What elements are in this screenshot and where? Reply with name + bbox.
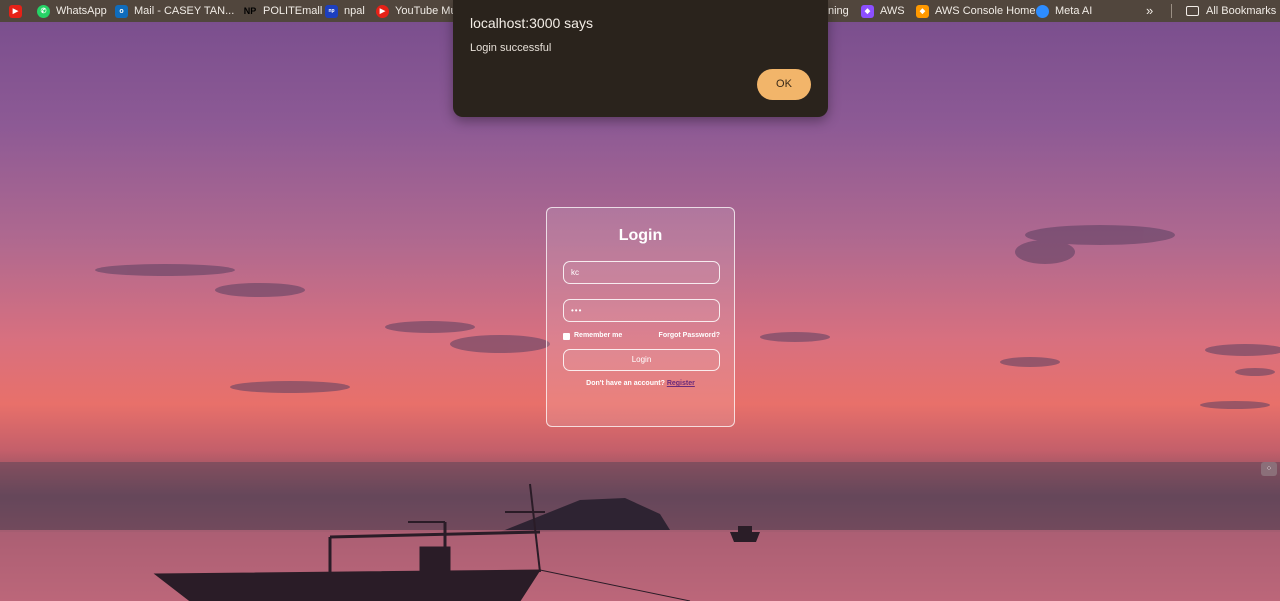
bookmark-youtube-music[interactable]: ▶ YouTube Mus: [376, 0, 462, 22]
bookmark-label: POLITEmall: [263, 5, 323, 17]
password-input[interactable]: •••: [563, 299, 720, 322]
ok-button[interactable]: OK: [757, 69, 811, 100]
remember-me-checkbox[interactable]: [563, 333, 570, 340]
bookmark-aws[interactable]: ◆ AWS: [861, 0, 905, 22]
bookmark-label: Meta AI: [1055, 5, 1093, 17]
bookmark-youtube[interactable]: ▶: [9, 0, 28, 22]
register-prompt: Don't have an account?: [586, 380, 665, 387]
np-icon: NP: [243, 5, 257, 16]
whatsapp-icon: ✆: [37, 4, 50, 18]
npal-icon: np: [325, 4, 338, 18]
bookmark-meta-ai[interactable]: Meta AI: [1036, 0, 1092, 22]
bookmark-mail[interactable]: o Mail - CASEY TAN...: [115, 0, 234, 22]
folder-icon: [1186, 6, 1199, 16]
bookmark-aws-console[interactable]: ◆ AWS Console Home: [916, 0, 1035, 22]
forgot-password-link[interactable]: Forgot Password?: [659, 332, 720, 339]
login-card: Login kc ••• Remember me Forgot Password…: [546, 207, 735, 427]
dialog-message: Login successful: [470, 42, 552, 54]
bookmarks-divider: [1171, 4, 1172, 18]
aws-cube-icon: ◆: [861, 4, 874, 18]
bookmark-politemall[interactable]: NP POLITEmall: [243, 0, 323, 22]
meta-ai-icon: [1036, 4, 1049, 18]
remember-me-label[interactable]: Remember me: [574, 332, 622, 339]
username-input[interactable]: kc: [563, 261, 720, 284]
outlook-icon: o: [115, 4, 128, 18]
all-bookmarks-button[interactable]: All Bookmarks: [1186, 0, 1276, 22]
register-row: Don't have an account? Register: [547, 380, 734, 387]
bookmark-label: ning: [828, 5, 849, 17]
bookmark-npal[interactable]: np npal: [325, 0, 365, 22]
youtube-music-icon: ▶: [376, 4, 389, 18]
login-button[interactable]: Login: [563, 349, 720, 371]
login-title: Login: [618, 227, 663, 244]
bookmark-label: AWS: [880, 5, 905, 17]
bookmark-label: WhatsApp: [56, 5, 107, 17]
bookmark-label: npal: [344, 5, 365, 17]
alert-dialog: localhost:3000 says Login successful OK: [453, 0, 828, 117]
remember-row: Remember me Forgot Password?: [563, 332, 720, 342]
bookmark-label: AWS Console Home: [935, 5, 1036, 17]
bookmark-label: Mail - CASEY TAN...: [134, 5, 235, 17]
aws-console-icon: ◆: [916, 4, 929, 18]
bookmark-ning[interactable]: ning: [828, 0, 849, 22]
bookmark-whatsapp[interactable]: ✆ WhatsApp: [37, 0, 107, 22]
bookmarks-overflow-button[interactable]: »: [1146, 0, 1153, 22]
extension-widget-icon[interactable]: ⁘: [1261, 462, 1277, 476]
dialog-title: localhost:3000 says: [470, 15, 593, 31]
youtube-icon: ▶: [9, 4, 22, 18]
all-bookmarks-label: All Bookmarks: [1206, 5, 1277, 17]
register-link[interactable]: Register: [667, 380, 695, 387]
